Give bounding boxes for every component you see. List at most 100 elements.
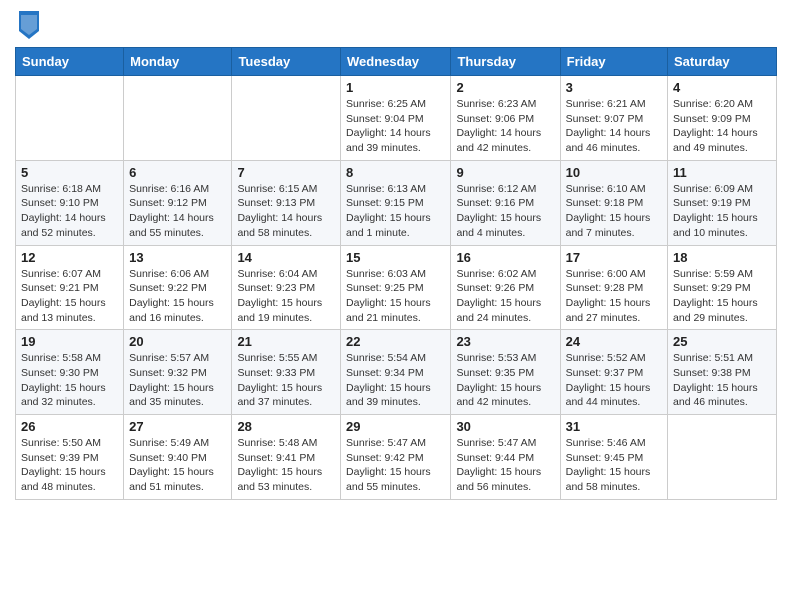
day-cell-9: 9 Sunrise: 6:12 AM Sunset: 9:16 PM Daylig…: [451, 160, 560, 245]
logo: [15, 15, 39, 39]
day-number: 12: [21, 250, 118, 265]
day-number: 9: [456, 165, 554, 180]
day-info: Sunrise: 5:48 AM Sunset: 9:41 PM Dayligh…: [237, 436, 335, 495]
day-info: Sunrise: 5:53 AM Sunset: 9:35 PM Dayligh…: [456, 351, 554, 410]
day-number: 15: [346, 250, 445, 265]
day-number: 1: [346, 80, 445, 95]
day-number: 31: [566, 419, 662, 434]
col-header-friday: Friday: [560, 48, 667, 76]
col-header-thursday: Thursday: [451, 48, 560, 76]
day-cell-7: 7 Sunrise: 6:15 AM Sunset: 9:13 PM Daylig…: [232, 160, 341, 245]
week-row-0: 1 Sunrise: 6:25 AM Sunset: 9:04 PM Daylig…: [16, 76, 777, 161]
col-header-wednesday: Wednesday: [341, 48, 451, 76]
day-number: 24: [566, 334, 662, 349]
day-info: Sunrise: 6:12 AM Sunset: 9:16 PM Dayligh…: [456, 182, 554, 241]
day-number: 22: [346, 334, 445, 349]
day-cell-12: 12Sunrise: 6:07 AM Sunset: 9:21 PM Dayli…: [16, 245, 124, 330]
day-info: Sunrise: 5:57 AM Sunset: 9:32 PM Dayligh…: [129, 351, 226, 410]
day-cell-15: 15 Sunrise: 6:03 AM Sunset: 9:25 PM Dayli…: [341, 245, 451, 330]
day-number: 25: [673, 334, 771, 349]
day-info: Sunrise: 6:16 AM Sunset: 9:12 PM Dayligh…: [129, 182, 226, 241]
day-number: 26: [21, 419, 118, 434]
day-cell-5: 5 Sunrise: 6:18 AM Sunset: 9:10 PM Daylig…: [16, 160, 124, 245]
day-info: Sunrise: 6:21 AM Sunset: 9:07 PM Dayligh…: [566, 97, 662, 156]
day-info: Sunrise: 6:06 AM Sunset: 9:22 PM Dayligh…: [129, 267, 226, 326]
day-cell-13: 13Sunrise: 6:06 AM Sunset: 9:22 PM Dayli…: [124, 245, 232, 330]
day-number: 30: [456, 419, 554, 434]
day-info: Sunrise: 6:00 AM Sunset: 9:28 PM Dayligh…: [566, 267, 662, 326]
day-cell-21: 21Sunrise: 5:55 AM Sunset: 9:33 PM Dayli…: [232, 330, 341, 415]
day-info: Sunrise: 5:49 AM Sunset: 9:40 PM Dayligh…: [129, 436, 226, 495]
day-info: Sunrise: 6:20 AM Sunset: 9:09 PM Dayligh…: [673, 97, 771, 156]
day-info: Sunrise: 6:25 AM Sunset: 9:04 PM Dayligh…: [346, 97, 445, 156]
day-cell-19: 19 Sunrise: 5:58 AM Sunset: 9:30 PM Dayli…: [16, 330, 124, 415]
logo-icon: [19, 11, 39, 39]
day-cell-1: 1 Sunrise: 6:25 AM Sunset: 9:04 PM Daylig…: [341, 76, 451, 161]
calendar-table: SundayMondayTuesdayWednesdayThursdayFrid…: [15, 47, 777, 500]
day-info: Sunrise: 6:18 AM Sunset: 9:10 PM Dayligh…: [21, 182, 118, 241]
col-header-tuesday: Tuesday: [232, 48, 341, 76]
day-number: 23: [456, 334, 554, 349]
day-cell-3: 3 Sunrise: 6:21 AM Sunset: 9:07 PM Daylig…: [560, 76, 667, 161]
page: SundayMondayTuesdayWednesdayThursdayFrid…: [0, 0, 792, 612]
day-info: Sunrise: 5:58 AM Sunset: 9:30 PM Dayligh…: [21, 351, 118, 410]
header: [15, 10, 777, 39]
day-cell-11: 11 Sunrise: 6:09 AM Sunset: 9:19 PM Dayli…: [668, 160, 777, 245]
day-number: 18: [673, 250, 771, 265]
day-info: Sunrise: 5:54 AM Sunset: 9:34 PM Dayligh…: [346, 351, 445, 410]
day-cell-4: 4 Sunrise: 6:20 AM Sunset: 9:09 PM Daylig…: [668, 76, 777, 161]
day-info: Sunrise: 6:03 AM Sunset: 9:25 PM Dayligh…: [346, 267, 445, 326]
week-row-3: 19 Sunrise: 5:58 AM Sunset: 9:30 PM Dayli…: [16, 330, 777, 415]
day-info: Sunrise: 6:13 AM Sunset: 9:15 PM Dayligh…: [346, 182, 445, 241]
day-info: Sunrise: 5:50 AM Sunset: 9:39 PM Dayligh…: [21, 436, 118, 495]
day-cell-28: 28 Sunrise: 5:48 AM Sunset: 9:41 PM Dayli…: [232, 415, 341, 500]
day-cell-2: 2 Sunrise: 6:23 AM Sunset: 9:06 PM Daylig…: [451, 76, 560, 161]
day-cell-31: 31 Sunrise: 5:46 AM Sunset: 9:45 PM Dayli…: [560, 415, 667, 500]
col-header-sunday: Sunday: [16, 48, 124, 76]
day-number: 8: [346, 165, 445, 180]
day-number: 17: [566, 250, 662, 265]
day-number: 14: [237, 250, 335, 265]
day-info: Sunrise: 6:02 AM Sunset: 9:26 PM Dayligh…: [456, 267, 554, 326]
empty-cell: [232, 76, 341, 161]
day-cell-26: 26 Sunrise: 5:50 AM Sunset: 9:39 PM Dayli…: [16, 415, 124, 500]
day-number: 11: [673, 165, 771, 180]
day-number: 27: [129, 419, 226, 434]
day-info: Sunrise: 5:59 AM Sunset: 9:29 PM Dayligh…: [673, 267, 771, 326]
day-number: 16: [456, 250, 554, 265]
day-number: 4: [673, 80, 771, 95]
day-info: Sunrise: 5:52 AM Sunset: 9:37 PM Dayligh…: [566, 351, 662, 410]
day-cell-6: 6Sunrise: 6:16 AM Sunset: 9:12 PM Daylig…: [124, 160, 232, 245]
empty-cell: [124, 76, 232, 161]
day-number: 19: [21, 334, 118, 349]
day-cell-20: 20 Sunrise: 5:57 AM Sunset: 9:32 PM Dayli…: [124, 330, 232, 415]
day-info: Sunrise: 6:23 AM Sunset: 9:06 PM Dayligh…: [456, 97, 554, 156]
day-number: 28: [237, 419, 335, 434]
day-number: 2: [456, 80, 554, 95]
day-info: Sunrise: 5:47 AM Sunset: 9:44 PM Dayligh…: [456, 436, 554, 495]
day-cell-27: 27 Sunrise: 5:49 AM Sunset: 9:40 PM Dayli…: [124, 415, 232, 500]
empty-cell: [668, 415, 777, 500]
day-number: 7: [237, 165, 335, 180]
calendar-header-row: SundayMondayTuesdayWednesdayThursdayFrid…: [16, 48, 777, 76]
day-cell-24: 24 Sunrise: 5:52 AM Sunset: 9:37 PM Dayli…: [560, 330, 667, 415]
day-cell-14: 14 Sunrise: 6:04 AM Sunset: 9:23 PM Dayli…: [232, 245, 341, 330]
day-cell-30: 30 Sunrise: 5:47 AM Sunset: 9:44 PM Dayli…: [451, 415, 560, 500]
day-number: 29: [346, 419, 445, 434]
day-number: 21: [237, 334, 335, 349]
day-number: 10: [566, 165, 662, 180]
day-cell-10: 10Sunrise: 6:10 AM Sunset: 9:18 PM Dayli…: [560, 160, 667, 245]
day-info: Sunrise: 6:15 AM Sunset: 9:13 PM Dayligh…: [237, 182, 335, 241]
day-cell-23: 23 Sunrise: 5:53 AM Sunset: 9:35 PM Dayli…: [451, 330, 560, 415]
day-cell-29: 29 Sunrise: 5:47 AM Sunset: 9:42 PM Dayli…: [341, 415, 451, 500]
day-number: 5: [21, 165, 118, 180]
day-info: Sunrise: 6:04 AM Sunset: 9:23 PM Dayligh…: [237, 267, 335, 326]
day-info: Sunrise: 5:46 AM Sunset: 9:45 PM Dayligh…: [566, 436, 662, 495]
day-cell-17: 17 Sunrise: 6:00 AM Sunset: 9:28 PM Dayli…: [560, 245, 667, 330]
day-info: Sunrise: 6:09 AM Sunset: 9:19 PM Dayligh…: [673, 182, 771, 241]
day-cell-22: 22 Sunrise: 5:54 AM Sunset: 9:34 PM Dayli…: [341, 330, 451, 415]
day-number: 20: [129, 334, 226, 349]
day-info: Sunrise: 5:47 AM Sunset: 9:42 PM Dayligh…: [346, 436, 445, 495]
day-number: 3: [566, 80, 662, 95]
week-row-2: 12Sunrise: 6:07 AM Sunset: 9:21 PM Dayli…: [16, 245, 777, 330]
